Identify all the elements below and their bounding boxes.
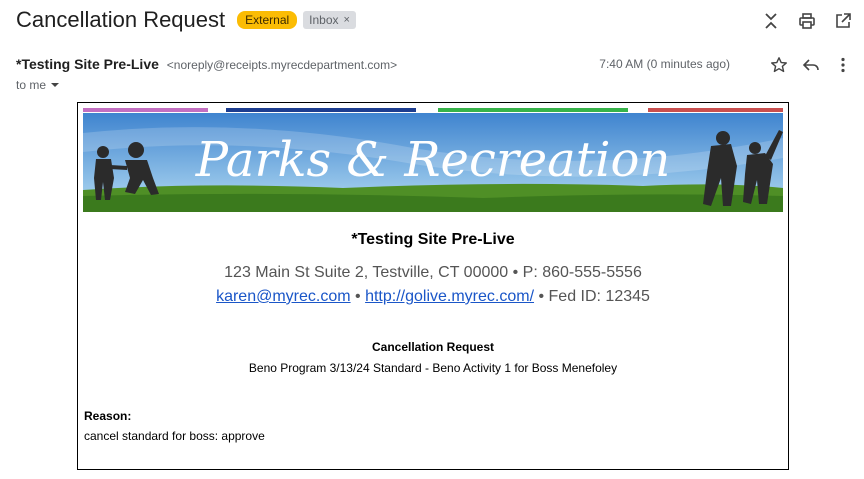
organization-address: 123 Main St Suite 2, Testville, CT 00000… (224, 264, 642, 281)
inbox-label-text: Inbox (309, 13, 339, 27)
recipient-details-toggle[interactable]: to me (16, 78, 60, 92)
message-timestamp: 7:40 AM (0 minutes ago) (599, 57, 730, 71)
reason-text: cancel standard for boss: approve (84, 429, 265, 443)
collapse-icon[interactable] (758, 8, 784, 34)
recipient-label: to me (16, 78, 47, 92)
contact-separator: • (350, 288, 366, 305)
request-detail: Beno Program 3/13/24 Standard - Beno Act… (248, 361, 618, 375)
chevron-down-icon (51, 83, 60, 87)
sender-name[interactable]: *Testing Site Pre-Live (16, 56, 159, 72)
open-in-new-window-icon[interactable] (830, 8, 856, 34)
organization-contact: karen@myrec.com • http://golive.myrec.co… (78, 288, 788, 306)
fed-id: • Fed ID: 12345 (534, 288, 650, 305)
organization-name: *Testing Site Pre-Live (351, 231, 515, 248)
subject-row: Cancellation Request External Inbox × (16, 6, 356, 34)
more-options-icon[interactable] (830, 52, 856, 78)
email-body-card: Parks & Recreation *Testing Site Pre-Liv… (77, 102, 789, 470)
website-link[interactable]: http://golive.myrec.com/ (365, 288, 534, 305)
external-label-chip[interactable]: External (237, 11, 298, 29)
sender-email: <noreply@receipts.myrecdepartment.com> (166, 58, 398, 72)
thread-actions (758, 8, 856, 34)
star-icon[interactable] (766, 52, 792, 78)
parks-recreation-banner: Parks & Recreation (83, 108, 783, 212)
print-icon[interactable] (794, 8, 820, 34)
email-subject: Cancellation Request (16, 7, 226, 32)
reason-label: Reason: (84, 409, 132, 423)
reply-icon[interactable] (798, 52, 824, 78)
email-link[interactable]: karen@myrec.com (216, 288, 351, 305)
banner-title: Parks & Recreation (195, 132, 671, 188)
inbox-label-chip[interactable]: Inbox × (303, 11, 356, 29)
request-title: Cancellation Request (371, 340, 495, 354)
remove-label-icon[interactable]: × (344, 14, 350, 26)
message-actions (766, 52, 856, 78)
sender-row: *Testing Site Pre-Live <noreply@receipts… (16, 56, 397, 72)
